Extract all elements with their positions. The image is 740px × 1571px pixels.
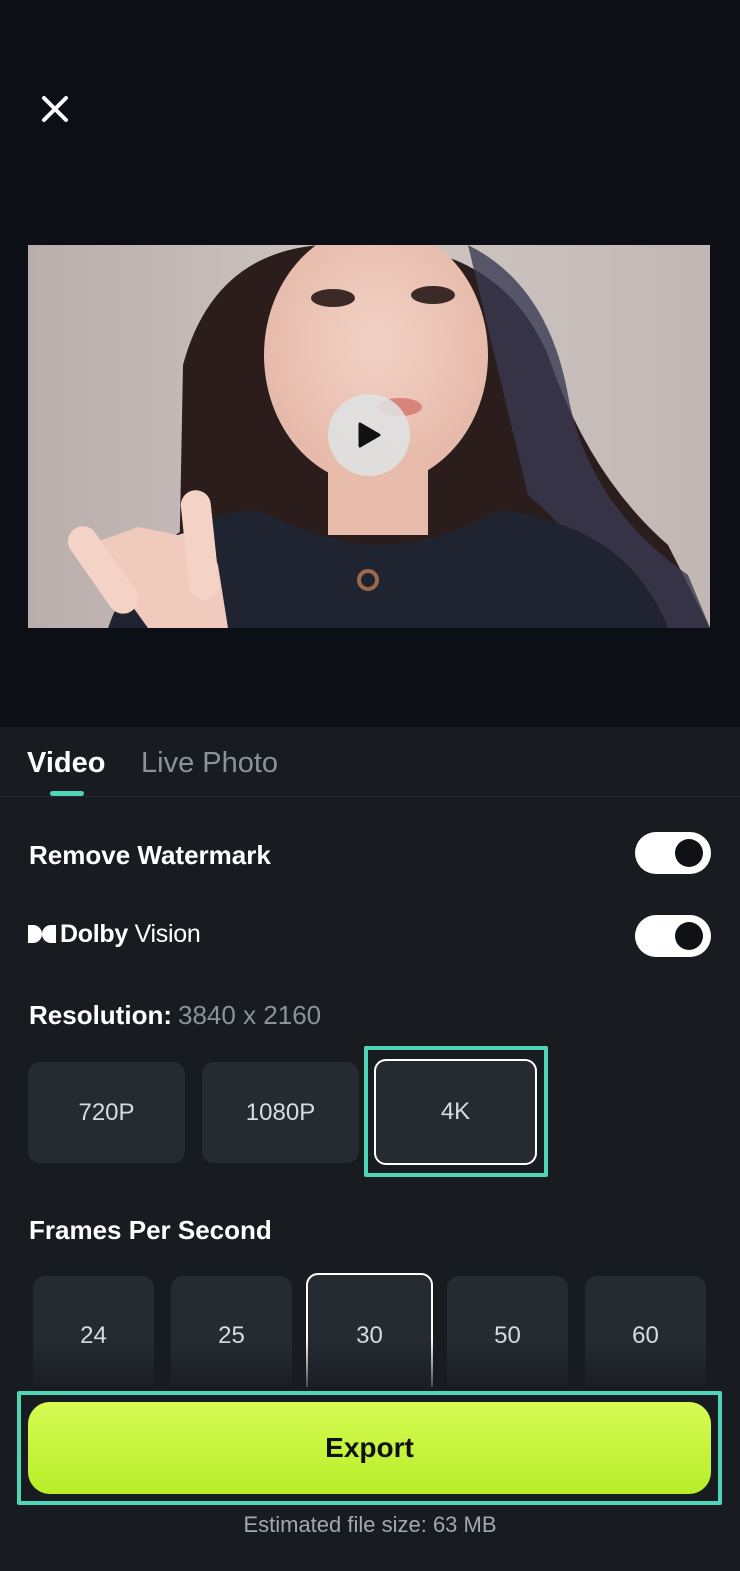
resolution-option-4k[interactable]: 4K bbox=[374, 1059, 537, 1165]
export-button[interactable]: Export bbox=[28, 1402, 711, 1494]
video-preview[interactable] bbox=[28, 245, 710, 628]
tab-live-photo[interactable]: Live Photo bbox=[141, 747, 278, 780]
fps-heading: Frames Per Second bbox=[29, 1215, 272, 1245]
dolby-logo-icon bbox=[28, 925, 56, 943]
remove-watermark-toggle[interactable] bbox=[635, 832, 711, 874]
resolution-heading: Resolution: 3840 x 2160 bbox=[29, 1000, 321, 1031]
remove-watermark-label: Remove Watermark bbox=[29, 840, 271, 870]
estimated-file-size: Estimated file size: 63 MB bbox=[243, 1512, 497, 1537]
dolby-brand-light: Vision bbox=[127, 919, 201, 948]
export-footer: Export Estimated file size: 63 MB bbox=[0, 1387, 740, 1571]
export-screen: Video Live Photo Remove Watermark Dolby … bbox=[0, 0, 740, 1571]
tab-bar: Video Live Photo bbox=[0, 727, 740, 797]
fps-option-25[interactable]: 25 bbox=[171, 1276, 292, 1396]
resolution-label: Resolution: bbox=[29, 1000, 172, 1030]
resolution-option-1080p[interactable]: 1080P bbox=[202, 1062, 359, 1163]
active-tab-indicator bbox=[50, 791, 84, 796]
close-button[interactable] bbox=[36, 90, 74, 128]
resolution-option-720p[interactable]: 720P bbox=[28, 1062, 185, 1163]
toggle-knob bbox=[675, 922, 703, 950]
fps-option-30[interactable]: 30 bbox=[306, 1273, 433, 1399]
dolby-brand-bold: Dolby bbox=[60, 919, 128, 948]
fps-option-60[interactable]: 60 bbox=[585, 1276, 706, 1396]
play-icon bbox=[358, 422, 381, 448]
fps-option-50[interactable]: 50 bbox=[447, 1276, 568, 1396]
dolby-vision-label: Dolby Vision bbox=[28, 919, 201, 949]
close-icon bbox=[42, 96, 68, 122]
tab-video[interactable]: Video bbox=[27, 747, 105, 780]
toggle-knob bbox=[675, 839, 703, 867]
fps-option-24[interactable]: 24 bbox=[33, 1276, 154, 1396]
resolution-value: 3840 x 2160 bbox=[178, 1000, 322, 1030]
dolby-vision-toggle[interactable] bbox=[635, 915, 711, 957]
export-settings-sheet: Video Live Photo Remove Watermark Dolby … bbox=[0, 727, 740, 1571]
play-button[interactable] bbox=[328, 394, 410, 476]
